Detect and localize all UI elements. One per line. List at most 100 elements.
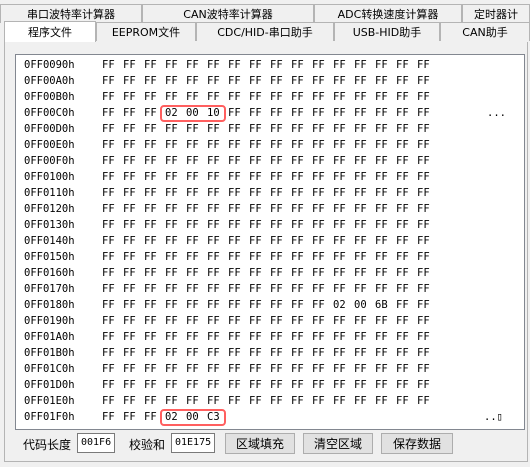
hex-byte: FF bbox=[165, 139, 178, 151]
hex-byte: FF bbox=[249, 187, 262, 199]
tab-label: 程序文件 bbox=[28, 26, 72, 39]
hex-byte: FF bbox=[291, 139, 304, 151]
hex-byte: FF bbox=[417, 75, 430, 87]
tab-cdc-hid-serial[interactable]: CDC/HID-串口助手 bbox=[196, 22, 334, 41]
hex-byte: FF bbox=[165, 123, 178, 135]
hex-byte: FF bbox=[123, 411, 136, 423]
hex-byte: FF bbox=[291, 123, 304, 135]
tab-usb-hid[interactable]: USB-HID助手 bbox=[334, 22, 440, 41]
hex-byte: FF bbox=[228, 283, 241, 295]
hex-data-view[interactable]: 0FF0090h FF FF FF FF FF FF FF FF FF FF FF FF FF FF FF FF… bbox=[15, 54, 525, 430]
hex-byte: FF bbox=[375, 59, 388, 71]
hex-byte: FF bbox=[312, 75, 325, 87]
hex-byte: FF bbox=[102, 219, 115, 231]
hex-byte: FF bbox=[354, 315, 367, 327]
hex-byte: FF bbox=[270, 171, 283, 183]
hex-byte: FF bbox=[102, 251, 115, 263]
tab-adc-speed-calculator[interactable]: ADC转换速度计算器 bbox=[314, 4, 462, 23]
hex-byte: FF bbox=[291, 347, 304, 359]
tab-can-baud-calculator[interactable]: CAN波特率计算器 bbox=[142, 4, 314, 23]
hex-byte: FF bbox=[102, 139, 115, 151]
hex-byte: FF bbox=[354, 59, 367, 71]
hex-byte: FF bbox=[207, 235, 220, 247]
hex-byte: FF bbox=[249, 363, 262, 375]
hex-byte: FF bbox=[270, 203, 283, 215]
hex-byte: FF bbox=[102, 75, 115, 87]
hex-byte: FF bbox=[123, 187, 136, 199]
hex-byte: FF bbox=[312, 91, 325, 103]
hex-byte: FF bbox=[354, 235, 367, 247]
hex-byte: FF bbox=[375, 363, 388, 375]
tab-label: CAN助手 bbox=[462, 26, 508, 39]
hex-byte: FF bbox=[186, 395, 199, 407]
hex-row-address: 0FF01C0h bbox=[24, 363, 75, 375]
fill-region-button[interactable]: 区域填充 bbox=[225, 433, 295, 454]
hex-byte: FF bbox=[396, 363, 409, 375]
tab-label: 定时器计 bbox=[474, 8, 518, 21]
checksum-value: 01E175 bbox=[171, 433, 216, 453]
hex-byte: FF bbox=[165, 267, 178, 279]
hex-byte: FF bbox=[333, 235, 346, 247]
hex-byte: FF bbox=[207, 171, 220, 183]
hex-byte: FF bbox=[249, 379, 262, 391]
hex-byte: FF bbox=[123, 347, 136, 359]
hex-byte: FF bbox=[123, 331, 136, 343]
hex-byte: FF bbox=[249, 235, 262, 247]
hex-byte: FF bbox=[375, 379, 388, 391]
tab-can-assistant[interactable]: CAN助手 bbox=[440, 22, 530, 41]
hex-byte: FF bbox=[207, 363, 220, 375]
save-data-button[interactable]: 保存数据 bbox=[381, 433, 453, 454]
hex-byte: FF bbox=[228, 299, 241, 311]
clear-region-button[interactable]: 清空区域 bbox=[303, 433, 373, 454]
hex-row-ascii: ... bbox=[487, 107, 506, 119]
hex-byte: FF bbox=[291, 203, 304, 215]
hex-byte: FF bbox=[375, 347, 388, 359]
hex-row-ascii: ..▯ bbox=[484, 411, 503, 423]
hex-byte: FF bbox=[123, 283, 136, 295]
hex-byte: FF bbox=[144, 379, 157, 391]
hex-byte: FF bbox=[333, 91, 346, 103]
hex-byte: FF bbox=[291, 59, 304, 71]
hex-byte: FF bbox=[312, 267, 325, 279]
hex-byte: FF bbox=[270, 315, 283, 327]
hex-byte: FF bbox=[354, 283, 367, 295]
hex-row-address: 0FF00B0h bbox=[24, 91, 75, 103]
hex-byte: FF bbox=[102, 379, 115, 391]
hex-byte: FF bbox=[249, 59, 262, 71]
tab-label: USB-HID助手 bbox=[352, 26, 422, 39]
tabs-row-bottom: 程序文件 EEPROM文件 CDC/HID-串口助手 USB-HID助手 CAN… bbox=[0, 21, 530, 42]
hex-byte: FF bbox=[186, 379, 199, 391]
hex-byte: FF bbox=[312, 331, 325, 343]
hex-byte: FF bbox=[249, 107, 262, 119]
hex-byte: FF bbox=[333, 395, 346, 407]
hex-byte: FF bbox=[144, 123, 157, 135]
hex-byte: FF bbox=[102, 283, 115, 295]
tab-eeprom-file[interactable]: EEPROM文件 bbox=[96, 22, 196, 41]
hex-row-address: 0FF0090h bbox=[24, 59, 75, 71]
hex-byte: FF bbox=[417, 187, 430, 199]
hex-byte: FF bbox=[228, 155, 241, 167]
hex-byte: FF bbox=[207, 75, 220, 87]
hex-byte: FF bbox=[249, 299, 262, 311]
hex-byte: FF bbox=[270, 155, 283, 167]
hex-byte: FF bbox=[165, 379, 178, 391]
hex-row-address: 0FF0130h bbox=[24, 219, 75, 231]
hex-byte: FF bbox=[333, 315, 346, 327]
hex-byte: FF bbox=[165, 155, 178, 167]
hex-byte: FF bbox=[417, 331, 430, 343]
hex-byte: FF bbox=[312, 171, 325, 183]
hex-byte: FF bbox=[333, 379, 346, 391]
hex-byte: FF bbox=[207, 331, 220, 343]
hex-byte: FF bbox=[102, 235, 115, 247]
hex-byte: FF bbox=[270, 123, 283, 135]
hex-byte: FF bbox=[354, 395, 367, 407]
hex-byte: FF bbox=[396, 123, 409, 135]
hex-byte: FF bbox=[417, 155, 430, 167]
hex-byte: FF bbox=[270, 91, 283, 103]
hex-byte: FF bbox=[312, 203, 325, 215]
tab-program-file[interactable]: 程序文件 bbox=[4, 21, 96, 42]
hex-byte: FF bbox=[165, 59, 178, 71]
hex-byte: FF bbox=[186, 267, 199, 279]
hex-byte: FF bbox=[354, 219, 367, 231]
tab-timer-calculator[interactable]: 定时器计 bbox=[462, 4, 530, 23]
